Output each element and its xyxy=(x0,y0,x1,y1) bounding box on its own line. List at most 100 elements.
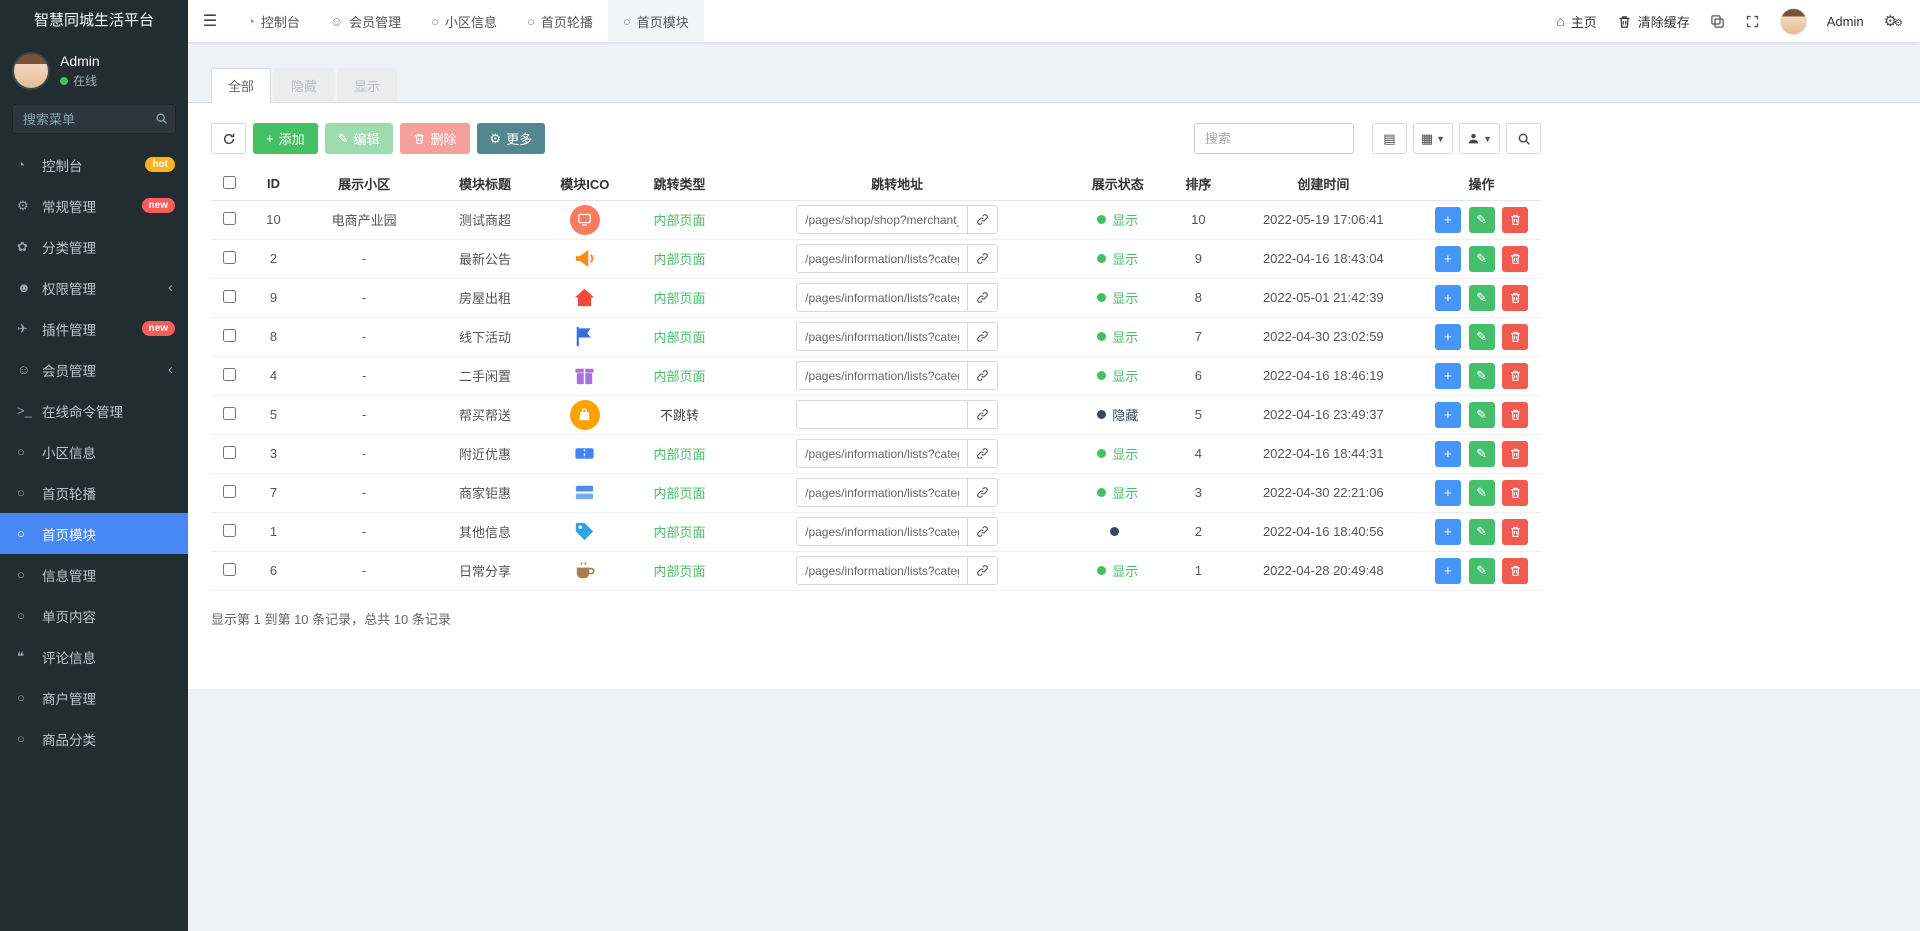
jump-url-input[interactable] xyxy=(796,478,969,507)
row-checkbox[interactable] xyxy=(222,406,236,420)
row-add-button[interactable]: + xyxy=(1434,323,1461,350)
status-badge[interactable] xyxy=(1110,527,1125,536)
row-delete-button[interactable] xyxy=(1502,518,1529,545)
sidebar-item[interactable]: ◔ 控制台 hot xyxy=(0,144,188,185)
delete-button[interactable]: 删除 xyxy=(399,123,470,154)
home-link[interactable]: ⌂ 主页 xyxy=(1556,12,1596,31)
row-checkbox[interactable] xyxy=(222,367,236,381)
status-badge[interactable]: 显示 xyxy=(1097,444,1138,463)
sidebar-item[interactable]: ❝ 评论信息 xyxy=(0,636,188,677)
row-edit-button[interactable]: ✎ xyxy=(1468,440,1495,467)
status-badge[interactable]: 显示 xyxy=(1097,483,1138,502)
table-row[interactable]: 8 - 线下活动 内部页面 /pages/information/lists?c… xyxy=(211,317,1541,357)
row-add-button[interactable]: + xyxy=(1434,518,1461,545)
row-add-button[interactable]: + xyxy=(1434,440,1461,467)
open-link-button[interactable] xyxy=(968,283,999,312)
jump-url-input[interactable] xyxy=(796,361,969,390)
topbar-tab[interactable]: ☺ 会员管理 xyxy=(315,0,416,42)
open-link-button[interactable] xyxy=(968,478,999,507)
table-search-input[interactable] xyxy=(1193,123,1354,154)
table-row[interactable]: 2 - 最新公告 内部页面 /pages/information/lists?c… xyxy=(211,239,1541,279)
sidebar-item[interactable]: ⚙ 常规管理 new xyxy=(0,185,188,226)
row-edit-button[interactable]: ✎ xyxy=(1468,557,1495,584)
row-delete-button[interactable] xyxy=(1502,479,1529,506)
export-dropdown-button[interactable]: ▼ xyxy=(1459,123,1500,154)
table-row[interactable]: 3 - 附近优惠 内部页面 /pages/information/lists?c… xyxy=(211,434,1541,474)
sidebar-item[interactable]: ○ 小区信息 xyxy=(0,431,188,472)
open-link-button[interactable] xyxy=(968,439,999,468)
topbar-tab[interactable]: ○ 首页模块 xyxy=(607,0,704,42)
row-delete-button[interactable] xyxy=(1502,440,1529,467)
toggle-view-button[interactable]: ▤ xyxy=(1371,123,1407,154)
jump-url-input[interactable] xyxy=(796,283,969,312)
jump-url-input[interactable] xyxy=(796,400,969,429)
jump-url-input[interactable] xyxy=(796,517,969,546)
sidebar-item[interactable]: ○ 信息管理 xyxy=(0,554,188,595)
row-add-button[interactable]: + xyxy=(1434,245,1461,272)
sidebar-item[interactable]: ○ 商品分类 xyxy=(0,718,188,759)
sidebar-item[interactable]: ○ 首页模块 xyxy=(0,513,188,554)
filter-tab[interactable]: 显示 xyxy=(337,68,398,102)
row-checkbox[interactable] xyxy=(222,289,236,303)
sidebar-item[interactable]: >_ 在线命令管理 xyxy=(0,390,188,431)
row-add-button[interactable]: + xyxy=(1434,401,1461,428)
row-checkbox[interactable] xyxy=(222,445,236,459)
sidebar-item[interactable]: ✈ 插件管理 new xyxy=(0,308,188,349)
refresh-button[interactable] xyxy=(211,123,246,154)
jump-url-input[interactable] xyxy=(796,205,969,234)
sidebar-item[interactable]: ○ 商户管理 xyxy=(0,677,188,718)
filter-tab[interactable]: 隐藏 xyxy=(274,68,335,102)
row-delete-button[interactable] xyxy=(1502,557,1529,584)
sidebar-item[interactable]: ☺ 会员管理 ‹ xyxy=(0,349,188,390)
row-add-button[interactable]: + xyxy=(1434,362,1461,389)
row-edit-button[interactable]: ✎ xyxy=(1468,323,1495,350)
jump-url-input[interactable] xyxy=(796,322,969,351)
edit-button[interactable]: ✎ 编辑 xyxy=(324,123,393,154)
row-delete-button[interactable] xyxy=(1502,206,1529,233)
table-row[interactable]: 1 - 其他信息 内部页面 /pages/information/lists?c… xyxy=(211,512,1541,552)
table-row[interactable]: 5 - 帮买帮送 不跳转 隐藏 5 2022-04-16 23:49:37 + … xyxy=(211,395,1541,435)
hamburger-menu-icon[interactable]: ☰ xyxy=(188,0,232,42)
sidebar-item[interactable]: ☻ 权限管理 ‹ xyxy=(0,267,188,308)
row-edit-button[interactable]: ✎ xyxy=(1468,245,1495,272)
open-link-button[interactable] xyxy=(968,205,999,234)
open-link-button[interactable] xyxy=(968,517,999,546)
table-row[interactable]: 4 - 二手闲置 内部页面 /pages/information/lists?c… xyxy=(211,356,1541,396)
row-delete-button[interactable] xyxy=(1502,323,1529,350)
row-edit-button[interactable]: ✎ xyxy=(1468,284,1495,311)
open-link-button[interactable] xyxy=(968,400,999,429)
status-badge[interactable]: 显示 xyxy=(1097,327,1138,346)
status-badge[interactable]: 显示 xyxy=(1097,288,1138,307)
open-link-button[interactable] xyxy=(968,361,999,390)
table-row[interactable]: 9 - 房屋出租 内部页面 /pages/information/lists?c… xyxy=(211,278,1541,318)
filter-tab[interactable]: 全部 xyxy=(211,68,272,103)
sidebar-item[interactable]: ✿ 分类管理 xyxy=(0,226,188,267)
sidebar-item[interactable]: ○ 首页轮播 xyxy=(0,472,188,513)
select-all-checkbox[interactable] xyxy=(222,175,236,189)
search-submit-button[interactable] xyxy=(1506,123,1541,154)
row-edit-button[interactable]: ✎ xyxy=(1468,401,1495,428)
row-checkbox[interactable] xyxy=(222,250,236,264)
topbar-avatar[interactable] xyxy=(1779,7,1807,35)
status-badge[interactable]: 显示 xyxy=(1097,561,1138,580)
row-add-button[interactable]: + xyxy=(1434,206,1461,233)
row-edit-button[interactable]: ✎ xyxy=(1468,206,1495,233)
menu-search-input[interactable] xyxy=(12,104,176,134)
row-edit-button[interactable]: ✎ xyxy=(1468,362,1495,389)
open-link-button[interactable] xyxy=(968,556,999,585)
row-edit-button[interactable]: ✎ xyxy=(1468,518,1495,545)
status-badge[interactable]: 隐藏 xyxy=(1097,405,1138,424)
jump-url-input[interactable] xyxy=(796,244,969,273)
row-edit-button[interactable]: ✎ xyxy=(1468,479,1495,506)
row-delete-button[interactable] xyxy=(1502,362,1529,389)
row-add-button[interactable]: + xyxy=(1434,284,1461,311)
topbar-tab[interactable]: ○ 小区信息 xyxy=(416,0,512,42)
table-row[interactable]: 6 - 日常分享 内部页面 /pages/information/lists?c… xyxy=(211,551,1541,591)
topbar-tab[interactable]: ◔ 控制台 xyxy=(232,0,315,42)
row-checkbox[interactable] xyxy=(222,523,236,537)
table-row[interactable]: 10 电商产业园 测试商超 内部页面 /pages/shop/shop?merc… xyxy=(211,200,1541,240)
open-link-button[interactable] xyxy=(968,244,999,273)
row-checkbox[interactable] xyxy=(222,211,236,225)
fullscreen-button[interactable] xyxy=(1745,14,1760,29)
status-badge[interactable]: 显示 xyxy=(1097,210,1138,229)
